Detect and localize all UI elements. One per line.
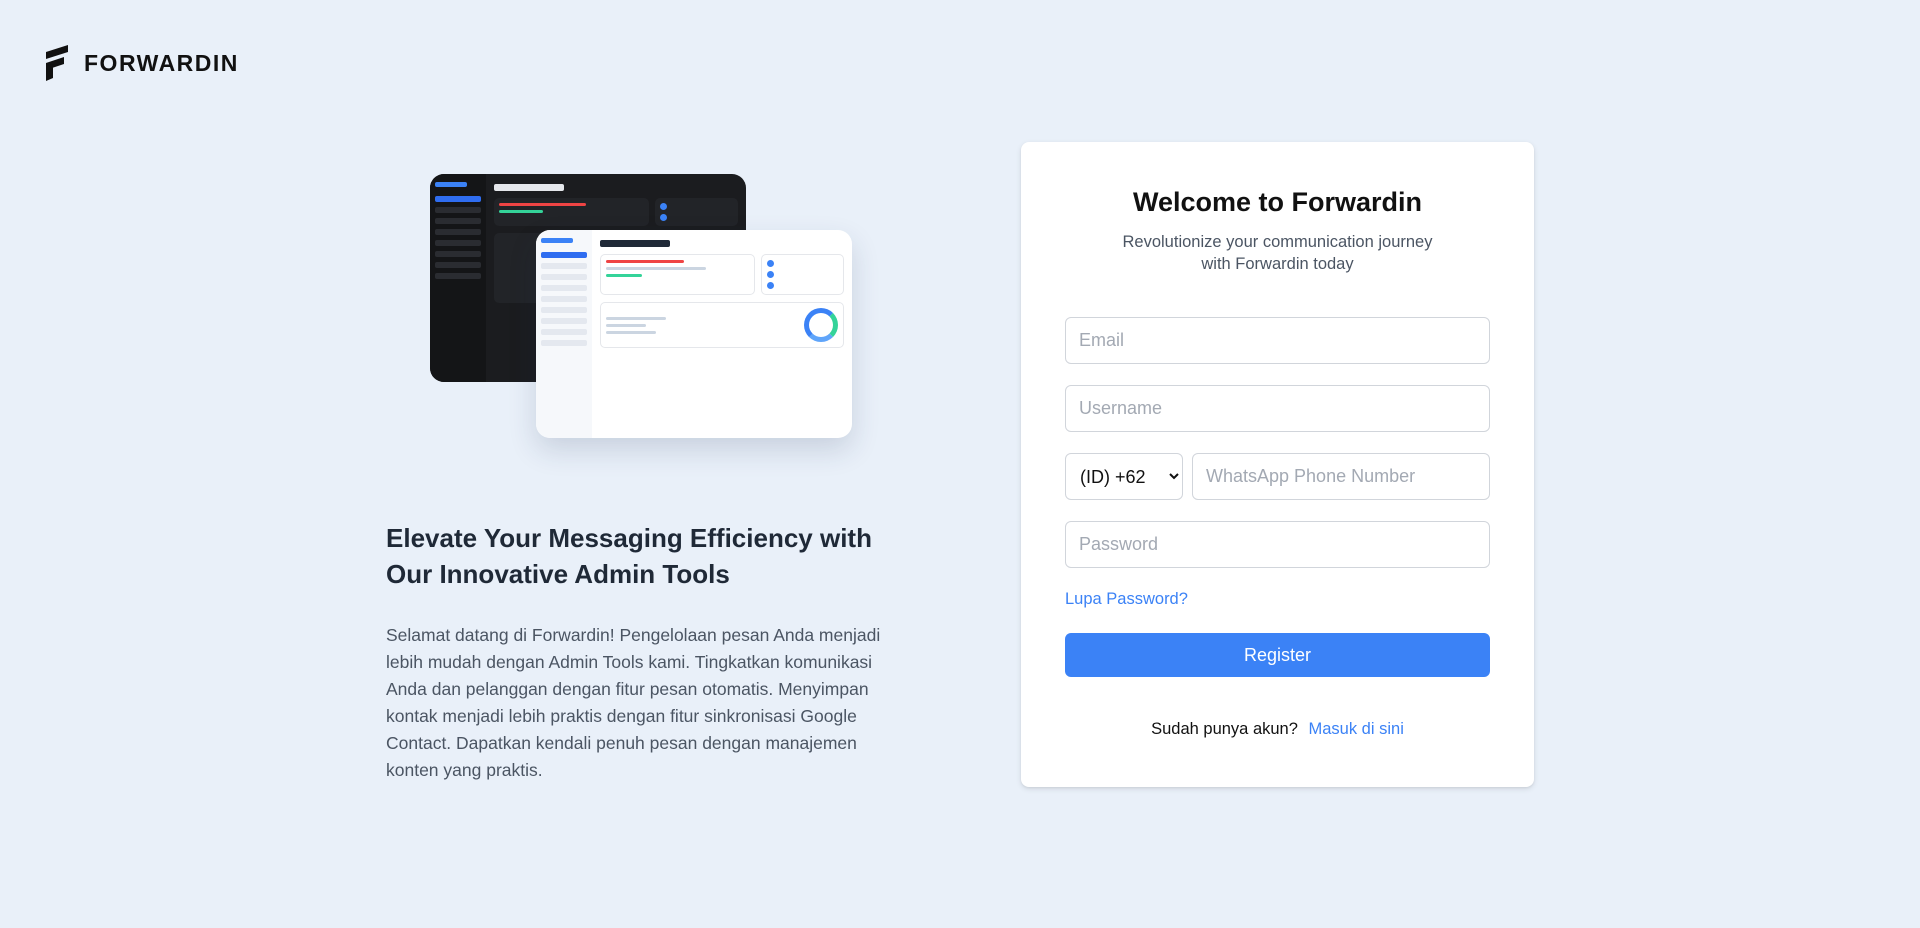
hero-heading-line2: Our Innovative Admin Tools — [386, 559, 730, 589]
login-prompt-line: Sudah punya akun? Masuk di sini — [1021, 720, 1534, 739]
brand[interactable]: FORWARDIN — [44, 44, 239, 82]
forwardin-logo-icon — [46, 45, 68, 81]
form-title: Welcome to Forwardin — [1132, 187, 1423, 217]
email-input[interactable] — [1065, 317, 1490, 364]
whatsapp-phone-input[interactable] — [1192, 453, 1490, 500]
hero-heading: Elevate Your Messaging Efficiency with O… — [386, 520, 926, 592]
country-code-select[interactable]: (ID) +62 — [1065, 453, 1183, 500]
hero-heading-line1: Elevate Your Messaging Efficiency with — [386, 523, 872, 553]
brand-name: FORWARDIN — [84, 49, 239, 76]
dashboard-preview-light — [536, 230, 852, 438]
form-subtitle: Revolutionize your communication journey… — [1122, 233, 1433, 273]
register-card: Welcome to Forwardin Revolutionize your … — [1021, 142, 1534, 787]
forgot-password-link[interactable]: Lupa Password? — [1065, 590, 1188, 609]
login-link[interactable]: Masuk di sini — [1309, 720, 1404, 738]
username-input[interactable] — [1065, 385, 1490, 432]
register-button[interactable]: Register — [1065, 633, 1490, 677]
hero-illustration — [430, 172, 854, 442]
login-prompt: Sudah punya akun? — [1151, 720, 1298, 738]
password-input[interactable] — [1065, 521, 1490, 568]
hero-description: Selamat datang di Forwardin! Pengelolaan… — [386, 625, 881, 780]
